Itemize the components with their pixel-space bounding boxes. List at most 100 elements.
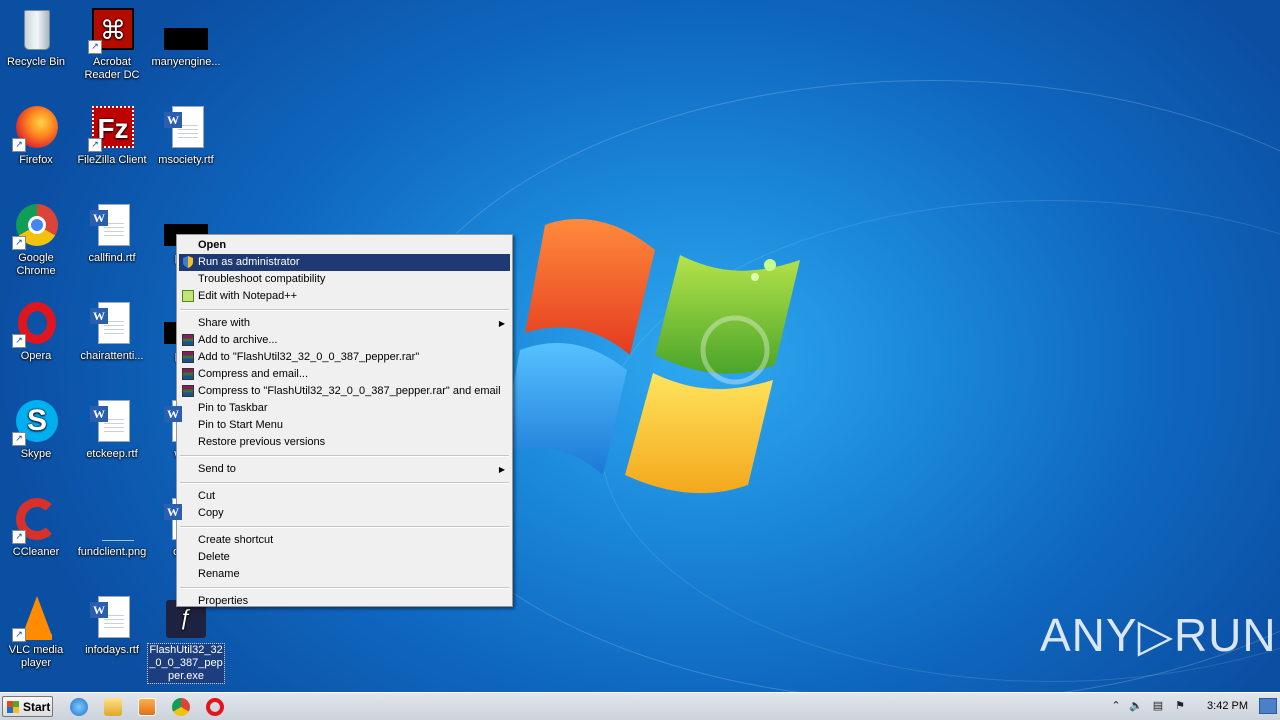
desktop-icon-recycle-bin[interactable]: Recycle Bin <box>0 6 74 69</box>
menu-separator <box>180 309 509 311</box>
show-desktop-button[interactable] <box>1259 698 1277 714</box>
shortcut-arrow-icon: ↗ <box>12 138 26 152</box>
desktop-icon-vlc[interactable]: ↗ VLC media player <box>0 594 74 670</box>
shortcut-arrow-icon: ↗ <box>12 432 26 446</box>
network-icon[interactable]: ▤ <box>1151 699 1165 713</box>
desktop-icon-firefox[interactable]: ↗ Firefox <box>0 104 74 167</box>
menu-item-restore-versions[interactable]: Restore previous versions <box>179 434 510 451</box>
menu-item-compress-to-rar-email[interactable]: Compress to "FlashUtil32_32_0_0_387_pepp… <box>179 383 510 400</box>
menu-item-label: Delete <box>198 551 230 563</box>
opera-icon[interactable] <box>206 698 224 716</box>
winrar-icon <box>182 385 194 397</box>
desktop-icon-label: Firefox <box>19 154 53 166</box>
desktop-icon-label: manyengine... <box>151 56 221 68</box>
desktop-icon-acrobat[interactable]: ⌘ ↗ Acrobat Reader DC <box>74 6 150 82</box>
menu-item-pin-start[interactable]: Pin to Start Menu <box>179 417 510 434</box>
desktop-icon-fundclient[interactable]: fundclient.png <box>74 496 150 559</box>
menu-item-edit-notepadpp[interactable]: Edit with Notepad++ <box>179 288 510 305</box>
winrar-icon <box>182 334 194 346</box>
desktop-icon-label: Skype <box>20 448 52 460</box>
acrobat-icon: ⌘ ↗ <box>88 6 136 54</box>
image-file-icon <box>88 496 136 544</box>
desktop-icon-filezilla[interactable]: Fz ↗ FileZilla Client <box>74 104 150 167</box>
menu-item-label: Add to archive... <box>198 334 278 346</box>
black-image-icon <box>162 6 210 54</box>
filezilla-icon: Fz ↗ <box>88 104 136 152</box>
menu-item-label: Properties <box>198 595 249 607</box>
shortcut-arrow-icon: ↗ <box>12 530 26 544</box>
menu-item-run-as-administrator[interactable]: Run as administrator <box>179 254 510 271</box>
menu-item-label: Compress and email... <box>198 368 309 380</box>
menu-item-label: Pin to Start Menu <box>198 419 283 431</box>
chrome-icon[interactable] <box>172 698 190 716</box>
desktop-icon-opera[interactable]: ↗ Opera <box>0 300 74 363</box>
word-doc-icon: W <box>88 594 136 642</box>
menu-item-label: Cut <box>198 490 216 502</box>
desktop-icon-label: etckeep.rtf <box>86 448 138 460</box>
shortcut-arrow-icon: ↗ <box>12 236 26 250</box>
winrar-icon <box>182 351 194 363</box>
volume-icon[interactable]: 🔈 <box>1129 699 1143 713</box>
action-center-flag-icon[interactable]: ⚑ <box>1173 699 1187 713</box>
word-doc-icon: W <box>162 104 210 152</box>
menu-item-add-to-archive[interactable]: Add to archive... <box>179 332 510 349</box>
menu-item-compress-email[interactable]: Compress and email... <box>179 366 510 383</box>
desktop-icon-manyengine[interactable]: manyengine... <box>148 6 224 69</box>
desktop-icon-label: callfind.rtf <box>88 252 136 264</box>
desktop-icon-etckeep[interactable]: W etckeep.rtf <box>74 398 150 461</box>
menu-item-delete[interactable]: Delete <box>179 549 510 566</box>
system-tray: ⌃ 🔈 ▤ ⚑ 3:42 PM <box>1105 693 1280 720</box>
menu-separator <box>180 455 509 457</box>
menu-item-label: Troubleshoot compatibility <box>198 273 326 285</box>
desktop-icon-callfind[interactable]: W callfind.rtf <box>74 202 150 265</box>
menu-item-send-to[interactable]: Send to ▶ <box>179 461 510 478</box>
clock[interactable]: 3:42 PM <box>1207 700 1248 712</box>
ccleaner-icon: ↗ <box>12 496 60 544</box>
media-player-icon[interactable] <box>138 698 156 716</box>
desktop-icon-chrome[interactable]: ↗ Google Chrome <box>0 202 74 278</box>
show-hidden-icons-icon[interactable]: ⌃ <box>1109 699 1123 713</box>
menu-item-label: Send to <box>198 463 236 475</box>
taskbar: Start ⌃ 🔈 ▤ ⚑ 3:42 PM <box>0 692 1280 720</box>
menu-item-copy[interactable]: Copy <box>179 505 510 522</box>
windows-flag-icon <box>7 701 19 713</box>
desktop-icon-infodays[interactable]: W infodays.rtf <box>74 594 150 657</box>
menu-item-pin-taskbar[interactable]: Pin to Taskbar <box>179 400 510 417</box>
menu-item-rename[interactable]: Rename <box>179 566 510 583</box>
menu-item-label: Add to "FlashUtil32_32_0_0_387_pepper.ra… <box>198 351 420 363</box>
menu-item-properties[interactable]: Properties <box>179 593 510 610</box>
anyrun-watermark: ANY▷RUN <box>1040 609 1277 661</box>
menu-item-label: Pin to Taskbar <box>198 402 268 414</box>
shortcut-arrow-icon: ↗ <box>88 138 102 152</box>
menu-item-add-to-rar[interactable]: Add to "FlashUtil32_32_0_0_387_pepper.ra… <box>179 349 510 366</box>
menu-item-open[interactable]: Open <box>179 237 510 254</box>
menu-item-label: Rename <box>198 568 240 580</box>
menu-item-create-shortcut[interactable]: Create shortcut <box>179 532 510 549</box>
notepadpp-icon <box>182 290 194 302</box>
skype-icon: S ↗ <box>12 398 60 446</box>
menu-item-share-with[interactable]: Share with ▶ <box>179 315 510 332</box>
desktop-icon-label: Google Chrome <box>16 252 56 277</box>
desktop-icon-skype[interactable]: S ↗ Skype <box>0 398 74 461</box>
winrar-icon <box>182 368 194 380</box>
desktop-icon-label: FileZilla Client <box>77 154 147 166</box>
menu-item-label: Run as administrator <box>198 256 300 268</box>
menu-item-troubleshoot[interactable]: Troubleshoot compatibility <box>179 271 510 288</box>
desktop-icon-msociety[interactable]: W msociety.rtf <box>148 104 224 167</box>
menu-item-cut[interactable]: Cut <box>179 488 510 505</box>
menu-item-label: Open <box>198 239 227 251</box>
uac-shield-icon <box>183 256 193 268</box>
start-button[interactable]: Start <box>2 696 53 717</box>
shortcut-arrow-icon: ↗ <box>12 334 26 348</box>
submenu-arrow-icon: ▶ <box>498 465 505 474</box>
explorer-icon[interactable] <box>104 698 122 716</box>
desktop-icon-ccleaner[interactable]: ↗ CCleaner <box>0 496 74 559</box>
desktop-icon-label: FlashUtil32_32_0_0_387_pepper.exe <box>147 643 225 684</box>
menu-item-label: Share with <box>198 317 250 329</box>
desktop-icon-label: CCleaner <box>12 546 60 558</box>
desktop-icon-chairattenti[interactable]: W chairattenti... <box>74 300 150 363</box>
ie-icon[interactable] <box>70 698 88 716</box>
desktop-icon-label: fundclient.png <box>77 546 147 558</box>
desktop-icon-label: infodays.rtf <box>85 644 139 656</box>
submenu-arrow-icon: ▶ <box>498 319 505 328</box>
